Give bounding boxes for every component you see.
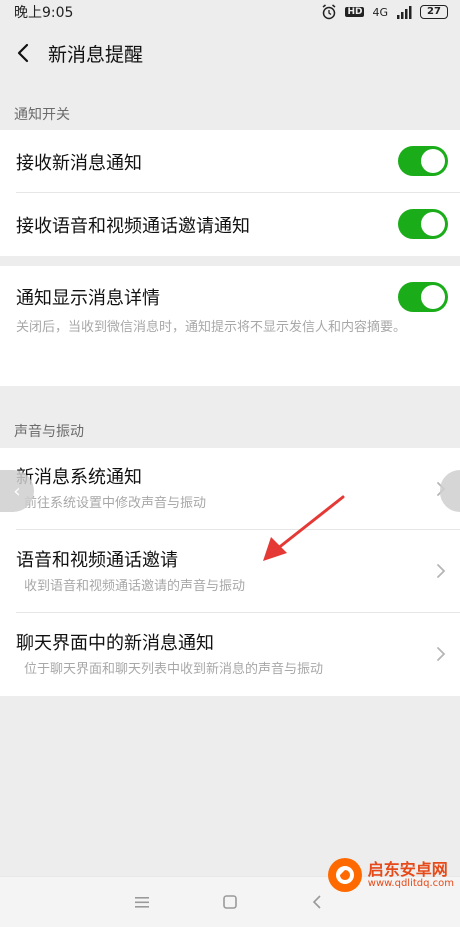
- status-icons: HD 4G 27: [321, 4, 448, 20]
- network-label: 4G: [372, 5, 388, 19]
- row-system-notification[interactable]: 新消息系统通知 前往系统设置中修改声音与振动: [0, 448, 460, 530]
- watermark-text: 启东安卓网 www.qdlitdq.com: [368, 861, 454, 890]
- section-header-notification: 通知开关: [14, 107, 70, 123]
- status-bar: 晚上9:05 HD 4G 27: [0, 0, 460, 24]
- row-call-invite-sound[interactable]: 语音和视频通话邀请 收到语音和视频通话邀请的声音与振动: [0, 530, 460, 613]
- toggle-receive-call-invite[interactable]: [398, 209, 448, 239]
- chevron-right-icon: [437, 647, 446, 661]
- section-header-sound: 声音与振动: [14, 424, 84, 440]
- battery-icon: 27: [420, 5, 448, 19]
- status-time: 晚上9:05: [14, 5, 74, 21]
- watermark-logo-icon: [327, 858, 362, 892]
- row-receive-call-invite[interactable]: 接收语音和视频通话邀请通知: [0, 193, 460, 256]
- alarm-icon: [322, 4, 336, 20]
- menu-icon[interactable]: [133, 894, 151, 910]
- row-label: 接收新消息通知: [16, 152, 142, 174]
- row-receive-new-message[interactable]: 接收新消息通知: [0, 130, 460, 193]
- row-label: 语音和视频通话邀请: [16, 549, 178, 571]
- row-chat-new-message[interactable]: 聊天界面中的新消息通知 位于聊天界面和聊天列表中收到新消息的声音与振动: [0, 613, 460, 696]
- toggle-receive-new-message[interactable]: [398, 146, 448, 176]
- notification-group: 接收新消息通知 接收语音和视频通话邀请通知: [0, 130, 460, 256]
- row-show-detail[interactable]: 通知显示消息详情: [0, 266, 460, 328]
- chevron-right-icon: [437, 564, 446, 578]
- back-nav-icon[interactable]: [309, 893, 327, 911]
- row-description: 位于聊天界面和聊天列表中收到新消息的声音与振动: [24, 661, 324, 677]
- row-label: 通知显示消息详情: [16, 288, 160, 309]
- sound-group: 新消息系统通知 前往系统设置中修改声音与振动 语音和视频通话邀请 收到语音和视频…: [0, 448, 460, 696]
- detail-group: 通知显示消息详情 关闭后，当收到微信消息时，通知提示将不显示发信人和内容摘要。: [0, 266, 460, 386]
- back-icon[interactable]: [12, 42, 34, 64]
- row-description: 收到语音和视频通话邀请的声音与振动: [24, 578, 246, 594]
- home-icon[interactable]: [221, 893, 239, 911]
- nav-header: 新消息提醒: [0, 24, 460, 82]
- row-label: 新消息系统通知: [16, 467, 142, 488]
- row-label: 接收语音和视频通话邀请通知: [16, 215, 250, 237]
- page-title: 新消息提醒: [48, 43, 144, 66]
- toggle-show-detail[interactable]: [398, 282, 448, 312]
- watermark: 启东安卓网 www.qdlitdq.com: [327, 858, 454, 892]
- hd-icon: HD: [345, 7, 365, 17]
- signal-icon: [397, 6, 412, 19]
- watermark-name: 启东安卓网: [367, 859, 448, 879]
- annotation-arrow-icon: [263, 495, 345, 561]
- row-label: 聊天界面中的新消息通知: [16, 632, 214, 654]
- row-description: 前往系统设置中修改声音与振动: [24, 496, 207, 511]
- watermark-url: www.qdlitdq.com: [367, 878, 454, 890]
